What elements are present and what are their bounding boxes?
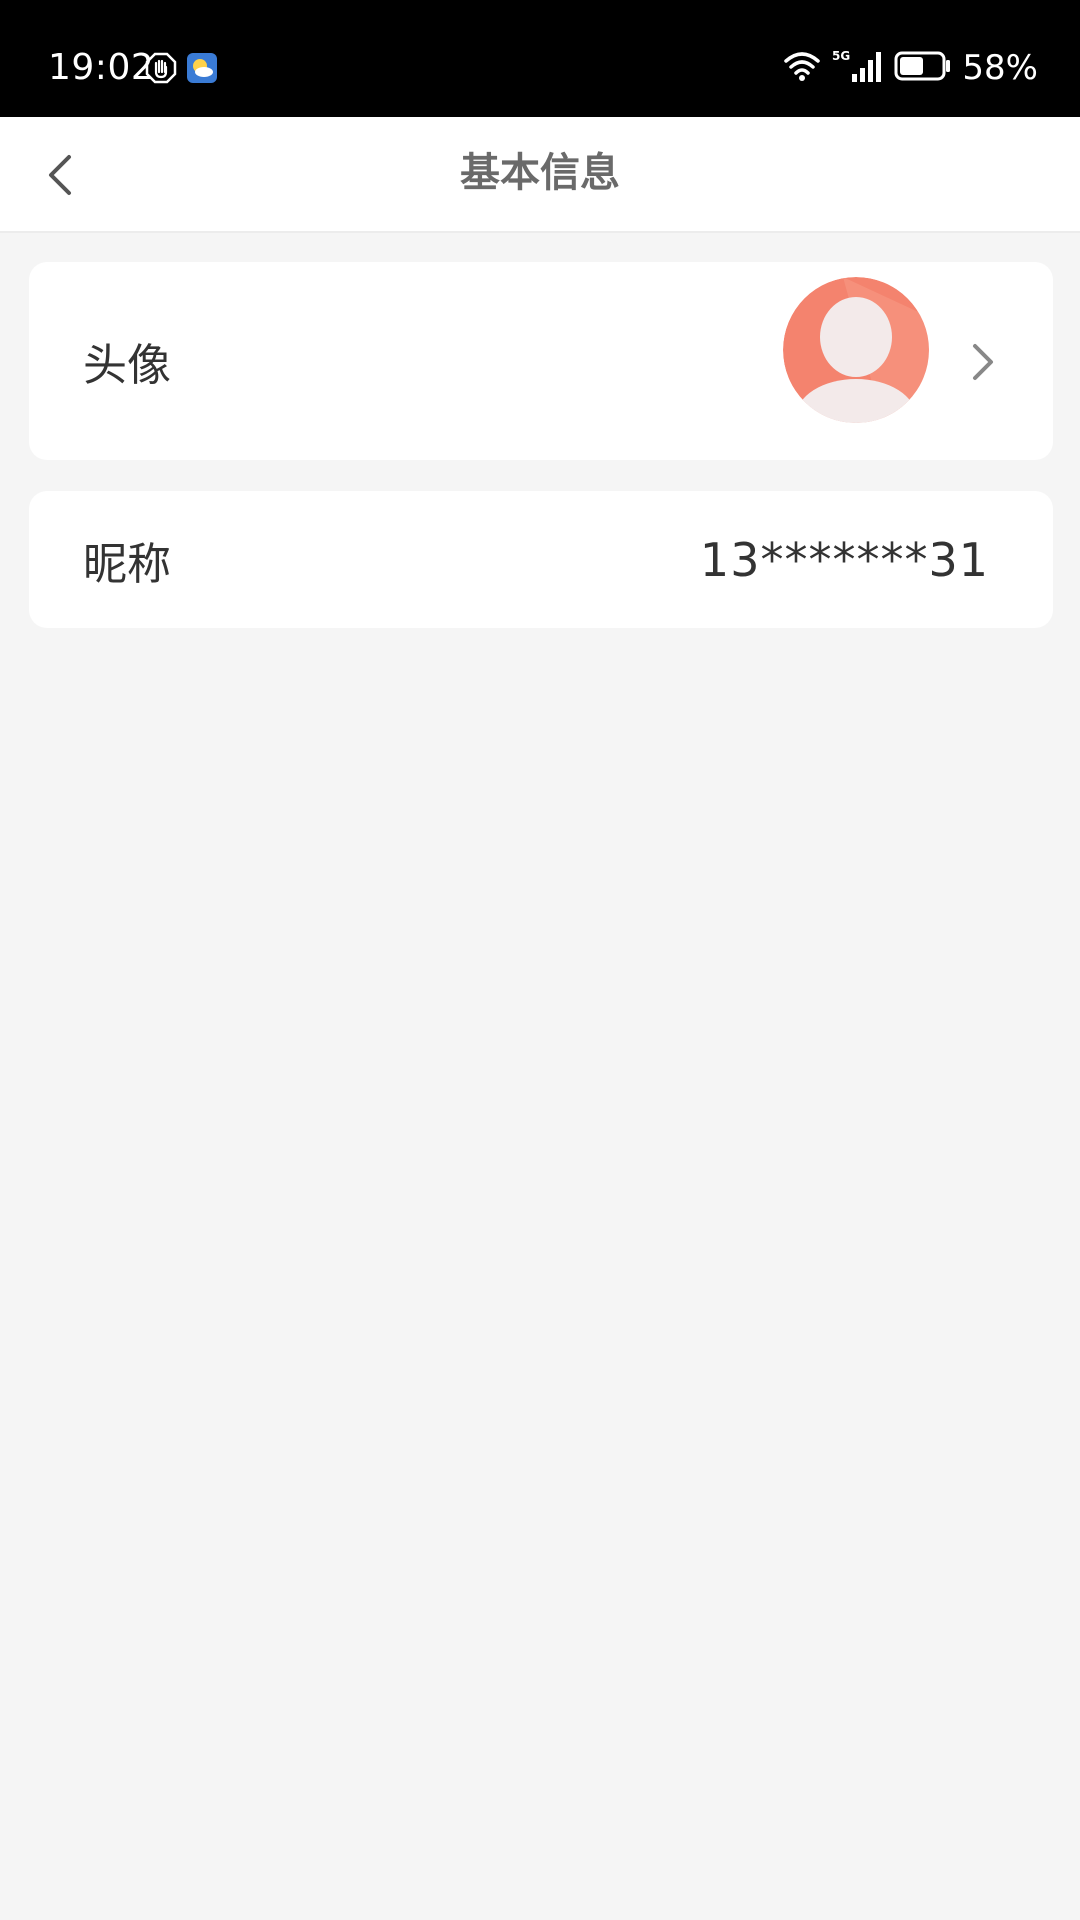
status-bar: 19:02 5G 58% — [0, 0, 1080, 117]
avatar-label: 头像 — [83, 340, 171, 391]
weather-app-icon — [187, 53, 217, 87]
nickname-row[interactable]: 昵称 13*******31 — [29, 491, 1053, 628]
nav-bar: 基本信息 — [0, 117, 1080, 233]
hand-stop-icon — [145, 52, 177, 88]
battery-percent: 58% — [962, 48, 1038, 88]
wifi-icon — [782, 49, 822, 87]
default-avatar-icon — [783, 277, 929, 423]
battery-icon — [894, 51, 952, 85]
nickname-value: 13*******31 — [699, 532, 989, 587]
avatar-row[interactable]: 头像 — [29, 262, 1053, 460]
chevron-right-icon — [973, 344, 993, 380]
page-title: 基本信息 — [460, 150, 620, 196]
network-type-label: 5G — [832, 49, 850, 63]
avatar[interactable] — [783, 277, 929, 423]
status-left-icons — [145, 52, 217, 88]
nickname-label: 昵称 — [83, 538, 171, 590]
signal-icon: 5G — [832, 48, 884, 88]
status-time: 19:02 — [48, 47, 155, 88]
status-right: 5G 58% — [782, 44, 1038, 92]
